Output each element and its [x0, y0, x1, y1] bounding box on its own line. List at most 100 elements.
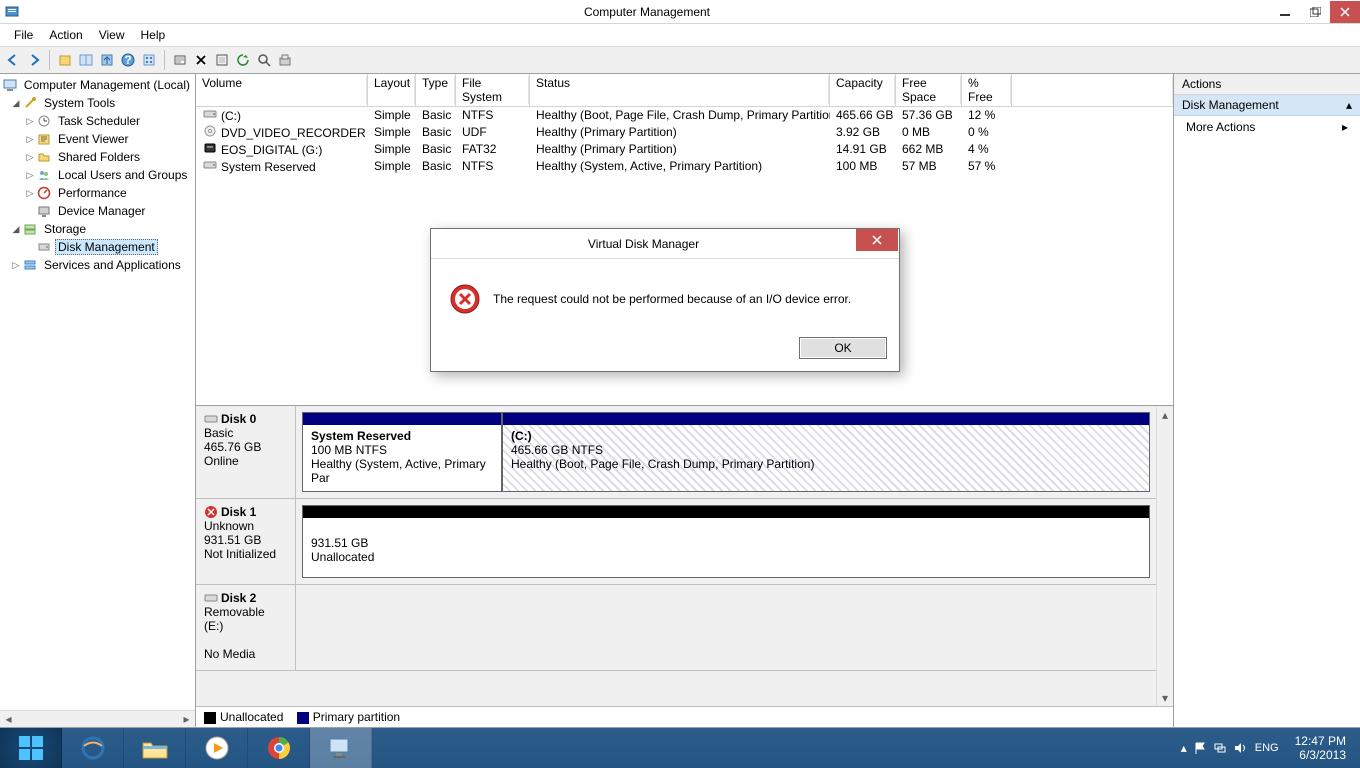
- tray-icons: ▴: [1181, 741, 1247, 755]
- horizontal-scrollbar[interactable]: ◂ ▸: [0, 710, 195, 727]
- volume-row[interactable]: DVD_VIDEO_RECORDER (D:)SimpleBasicUDFHea…: [196, 124, 1173, 141]
- event-icon: [36, 131, 52, 147]
- partition-box[interactable]: 931.51 GBUnallocated: [302, 505, 1150, 578]
- toolbar-icon[interactable]: [234, 51, 252, 69]
- clock-icon: [36, 113, 52, 129]
- dialog-close-button[interactable]: [856, 229, 898, 251]
- tree-item-device-manager[interactable]: ▷Device Manager: [2, 202, 193, 220]
- col-filesystem[interactable]: File System: [456, 74, 530, 106]
- tree-item-services[interactable]: ▷Services and Applications: [2, 256, 193, 274]
- col-capacity[interactable]: Capacity: [830, 74, 896, 106]
- tree-root[interactable]: Computer Management (Local): [2, 76, 193, 94]
- scroll-right-icon[interactable]: ▸: [178, 712, 195, 727]
- maximize-button[interactable]: [1300, 1, 1330, 23]
- expand-icon[interactable]: ▷: [10, 260, 22, 271]
- taskbar-computer-management[interactable]: [310, 728, 372, 768]
- forward-button[interactable]: [25, 51, 43, 69]
- close-button[interactable]: [1330, 1, 1360, 23]
- disk-row: Disk 1Unknown931.51 GBNot Initialized931…: [196, 499, 1156, 585]
- collapse-icon[interactable]: ◢: [10, 98, 22, 109]
- tree-label: Computer Management (Local): [21, 78, 193, 92]
- volume-row[interactable]: System ReservedSimpleBasicNTFSHealthy (S…: [196, 158, 1173, 175]
- toolbar-icon[interactable]: [171, 51, 189, 69]
- expand-icon[interactable]: ▷: [24, 116, 36, 127]
- help-icon[interactable]: ?: [119, 51, 137, 69]
- tree-item-event-viewer[interactable]: ▷Event Viewer: [2, 130, 193, 148]
- toolbar-icon[interactable]: [140, 51, 158, 69]
- tree-item-performance[interactable]: ▷Performance: [2, 184, 193, 202]
- menu-help[interactable]: Help: [133, 26, 174, 44]
- menu-file[interactable]: File: [6, 26, 41, 44]
- nav-tree: Computer Management (Local) ◢ System Too…: [0, 74, 195, 276]
- volume-row[interactable]: (C:)SimpleBasicNTFSHealthy (Boot, Page F…: [196, 107, 1173, 124]
- tree-item-storage[interactable]: ◢Storage: [2, 220, 193, 238]
- disk-partitions: [296, 585, 1156, 670]
- actions-section[interactable]: Disk Management ▴: [1174, 95, 1360, 116]
- taskbar: ▴ ENG 12:47 PM 6/3/2013: [0, 728, 1360, 768]
- tree-item-local-users[interactable]: ▷Local Users and Groups: [2, 166, 193, 184]
- scroll-up-icon[interactable]: ▴: [1158, 406, 1173, 423]
- toolbar-icon[interactable]: [276, 51, 294, 69]
- actions-more[interactable]: More Actions ▸: [1174, 116, 1360, 138]
- svg-text:?: ?: [124, 53, 131, 67]
- disk-info[interactable]: Disk 1Unknown931.51 GBNot Initialized: [196, 499, 296, 584]
- flag-icon[interactable]: [1193, 741, 1207, 755]
- tree-pane: Computer Management (Local) ◢ System Too…: [0, 74, 196, 727]
- tree-item-disk-management[interactable]: ▷Disk Management: [2, 238, 193, 256]
- expand-icon[interactable]: ▷: [24, 188, 36, 199]
- back-button[interactable]: [4, 51, 22, 69]
- menu-view[interactable]: View: [91, 26, 133, 44]
- col-freespace[interactable]: Free Space: [896, 74, 962, 106]
- ok-button[interactable]: OK: [799, 337, 887, 359]
- col-type[interactable]: Type: [416, 74, 456, 106]
- col-volume[interactable]: Volume: [196, 74, 368, 106]
- partition-box[interactable]: System Reserved100 MB NTFSHealthy (Syste…: [302, 412, 502, 492]
- disk-info[interactable]: Disk 2Removable (E:)No Media: [196, 585, 296, 670]
- toolbar-icon[interactable]: [255, 51, 273, 69]
- taskbar-clock[interactable]: 12:47 PM 6/3/2013: [1287, 734, 1354, 763]
- disk-partitions: 931.51 GBUnallocated: [296, 499, 1156, 584]
- dialog-message: The request could not be performed becau…: [493, 292, 851, 306]
- legend-swatch-primary: [297, 712, 309, 724]
- expand-icon[interactable]: ▷: [24, 134, 36, 145]
- taskbar-ie[interactable]: [62, 728, 124, 768]
- taskbar-mediaplayer[interactable]: [186, 728, 248, 768]
- menu-action[interactable]: Action: [41, 26, 90, 44]
- volume-row[interactable]: EOS_DIGITAL (G:)SimpleBasicFAT32Healthy …: [196, 141, 1173, 158]
- partition-box[interactable]: (C:)465.66 GB NTFSHealthy (Boot, Page Fi…: [502, 412, 1150, 492]
- expand-icon[interactable]: ▷: [24, 170, 36, 181]
- tree-item-shared-folders[interactable]: ▷Shared Folders: [2, 148, 193, 166]
- services-icon: [22, 257, 38, 273]
- vertical-scrollbar[interactable]: ▴ ▾: [1156, 406, 1173, 706]
- language-indicator[interactable]: ENG: [1255, 742, 1279, 754]
- toolbar-icon[interactable]: [98, 51, 116, 69]
- toolbar-icon[interactable]: [56, 51, 74, 69]
- tree-item-system-tools[interactable]: ◢ System Tools: [2, 94, 193, 112]
- collapse-icon[interactable]: ◢: [10, 224, 22, 235]
- taskbar-explorer[interactable]: [124, 728, 186, 768]
- col-pctfree[interactable]: % Free: [962, 74, 1012, 106]
- delete-icon[interactable]: [192, 51, 210, 69]
- error-icon: [449, 283, 481, 315]
- disk-legend: Unallocated Primary partition: [196, 706, 1173, 727]
- network-icon[interactable]: [1213, 741, 1227, 755]
- dialog-title: Virtual Disk Manager: [431, 237, 856, 251]
- col-status[interactable]: Status: [530, 74, 830, 106]
- toolbar-icon[interactable]: [77, 51, 95, 69]
- actions-section-label: Disk Management: [1182, 98, 1279, 112]
- toolbar-icon[interactable]: [213, 51, 231, 69]
- taskbar-chrome[interactable]: [248, 728, 310, 768]
- scroll-down-icon[interactable]: ▾: [1158, 689, 1173, 706]
- tree-item-task-scheduler[interactable]: ▷Task Scheduler: [2, 112, 193, 130]
- col-layout[interactable]: Layout: [368, 74, 416, 106]
- disk-info[interactable]: Disk 0Basic465.76 GBOnline: [196, 406, 296, 498]
- titlebar: Computer Management: [0, 0, 1360, 24]
- start-button[interactable]: [0, 728, 62, 768]
- tree-label: Disk Management: [55, 239, 158, 255]
- expand-icon[interactable]: ▷: [24, 152, 36, 163]
- minimize-button[interactable]: [1270, 1, 1300, 23]
- scroll-left-icon[interactable]: ◂: [0, 712, 17, 727]
- clock-time: 12:47 PM: [1295, 734, 1346, 748]
- volume-icon[interactable]: [1233, 741, 1247, 755]
- tray-chevron-icon[interactable]: ▴: [1181, 741, 1187, 755]
